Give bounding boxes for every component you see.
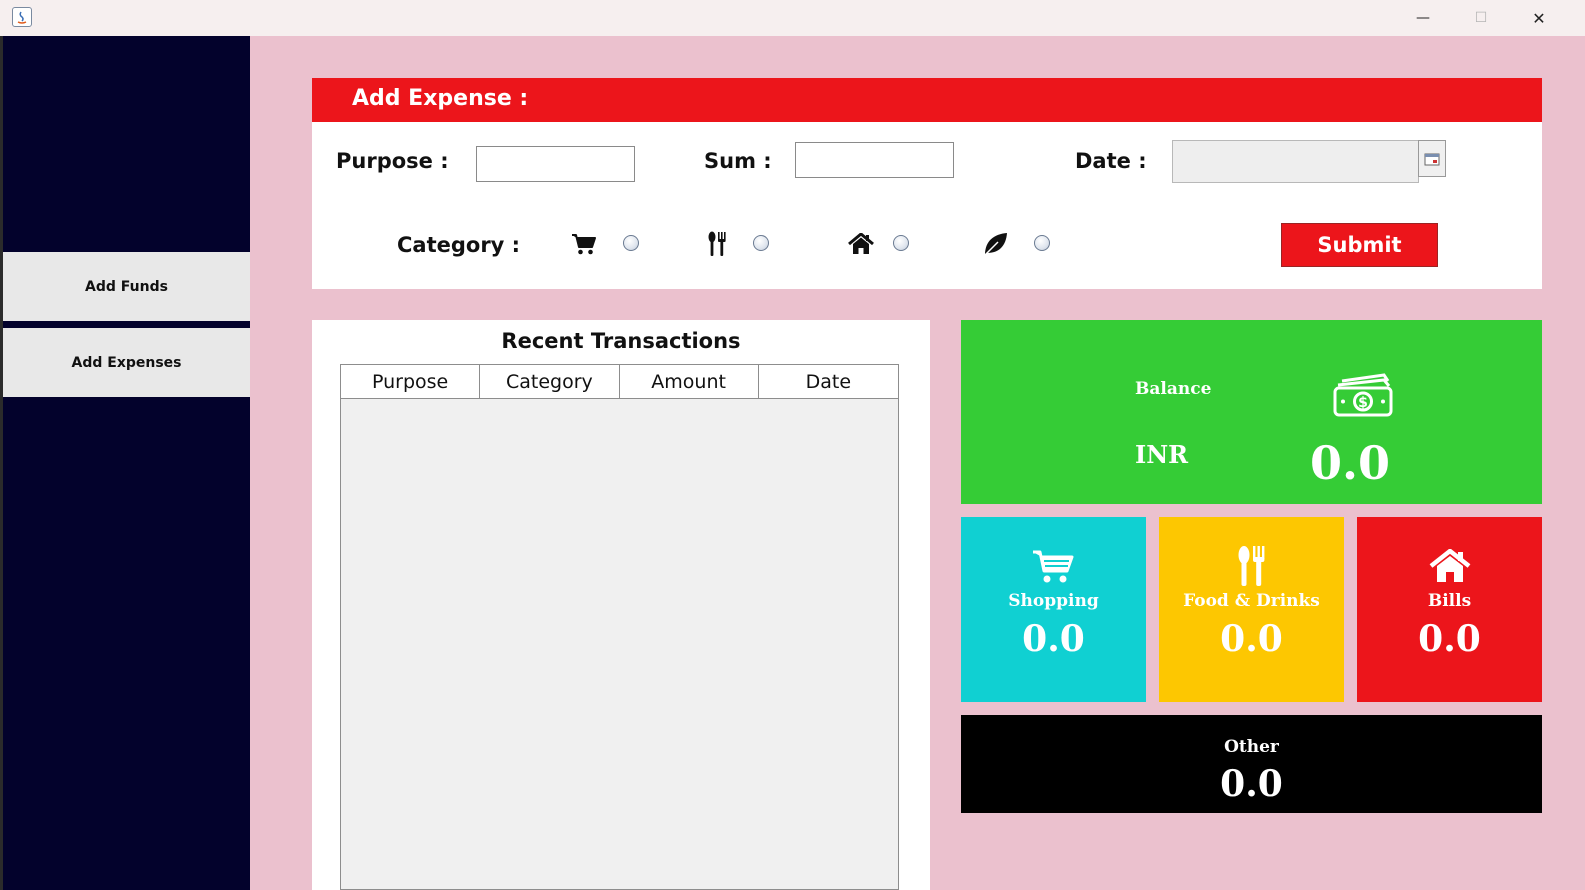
- submit-button[interactable]: Submit: [1281, 223, 1438, 267]
- close-icon: ✕: [1532, 8, 1546, 28]
- category-radio-food[interactable]: [753, 235, 769, 251]
- cutlery-icon: [1236, 545, 1268, 592]
- maximize-icon: ☐: [1474, 10, 1488, 26]
- cutlery-icon: [703, 230, 731, 258]
- bills-card: Bills 0.0: [1357, 517, 1542, 702]
- transactions-table[interactable]: Purpose Category Amount Date: [340, 364, 899, 890]
- money-icon: $: [1332, 372, 1394, 423]
- maximize-button[interactable]: ☐: [1452, 0, 1510, 36]
- home-icon: [1429, 548, 1471, 588]
- recent-transactions-panel: Recent Transactions Purpose Category Amo…: [312, 320, 930, 890]
- minimize-icon: —: [1416, 10, 1430, 26]
- java-app-icon: [12, 7, 32, 27]
- cart-icon: [570, 230, 598, 258]
- shopping-label: Shopping: [1008, 591, 1099, 611]
- balance-label: Balance: [1135, 379, 1212, 399]
- add-funds-button[interactable]: Add Funds: [3, 252, 250, 321]
- add-expense-panel: Add Expense : Purpose : Sum : Date : Cat…: [312, 78, 1542, 289]
- category-label: Category :: [397, 233, 521, 257]
- minimize-button[interactable]: —: [1394, 0, 1452, 36]
- add-expenses-label: Add Expenses: [71, 354, 182, 371]
- shopping-value: 0.0: [1022, 618, 1085, 660]
- purpose-input[interactable]: [476, 146, 635, 182]
- column-header-purpose[interactable]: Purpose: [341, 365, 481, 399]
- date-field[interactable]: [1172, 140, 1419, 183]
- calendar-icon: [1424, 153, 1440, 165]
- close-button[interactable]: ✕: [1510, 0, 1568, 36]
- sum-input[interactable]: [795, 142, 954, 178]
- table-header: Purpose Category Amount Date: [341, 365, 898, 399]
- add-expenses-button[interactable]: Add Expenses: [3, 328, 250, 397]
- other-card: Other 0.0: [961, 715, 1542, 813]
- add-expense-title: Add Expense :: [352, 86, 529, 111]
- title-bar: — ☐ ✕: [0, 0, 1585, 36]
- leaf-icon: [981, 230, 1009, 258]
- sidebar: Add Funds Add Expenses: [3, 36, 250, 890]
- bills-label: Bills: [1427, 591, 1472, 611]
- purpose-label: Purpose :: [336, 149, 449, 173]
- calendar-button[interactable]: [1418, 140, 1446, 177]
- recent-transactions-title: Recent Transactions: [501, 329, 741, 353]
- cart-icon: [1032, 549, 1074, 590]
- category-radio-bills[interactable]: [893, 235, 909, 251]
- bills-value: 0.0: [1418, 618, 1481, 660]
- svg-text:$: $: [1358, 395, 1368, 411]
- other-value: 0.0: [1220, 763, 1283, 805]
- date-label: Date :: [1075, 149, 1147, 173]
- category-radio-shopping[interactable]: [623, 235, 639, 251]
- balance-card: Balance $ INR 0.0: [961, 320, 1542, 504]
- other-label: Other: [1224, 737, 1279, 757]
- balance-value: 0.0: [1310, 436, 1391, 490]
- add-expense-header: Add Expense :: [312, 78, 1542, 122]
- food-drinks-card: Food & Drinks 0.0: [1159, 517, 1344, 702]
- submit-label: Submit: [1317, 233, 1402, 257]
- column-header-category[interactable]: Category: [480, 365, 620, 399]
- currency-label: INR: [1135, 440, 1189, 469]
- category-radio-other[interactable]: [1034, 235, 1050, 251]
- sum-label: Sum :: [704, 149, 772, 173]
- food-drinks-value: 0.0: [1220, 618, 1283, 660]
- shopping-card: Shopping 0.0: [961, 517, 1146, 702]
- home-icon: [847, 230, 875, 258]
- food-drinks-label: Food & Drinks: [1183, 591, 1320, 611]
- column-header-date[interactable]: Date: [759, 365, 898, 399]
- column-header-amount[interactable]: Amount: [620, 365, 759, 399]
- add-funds-label: Add Funds: [85, 278, 168, 295]
